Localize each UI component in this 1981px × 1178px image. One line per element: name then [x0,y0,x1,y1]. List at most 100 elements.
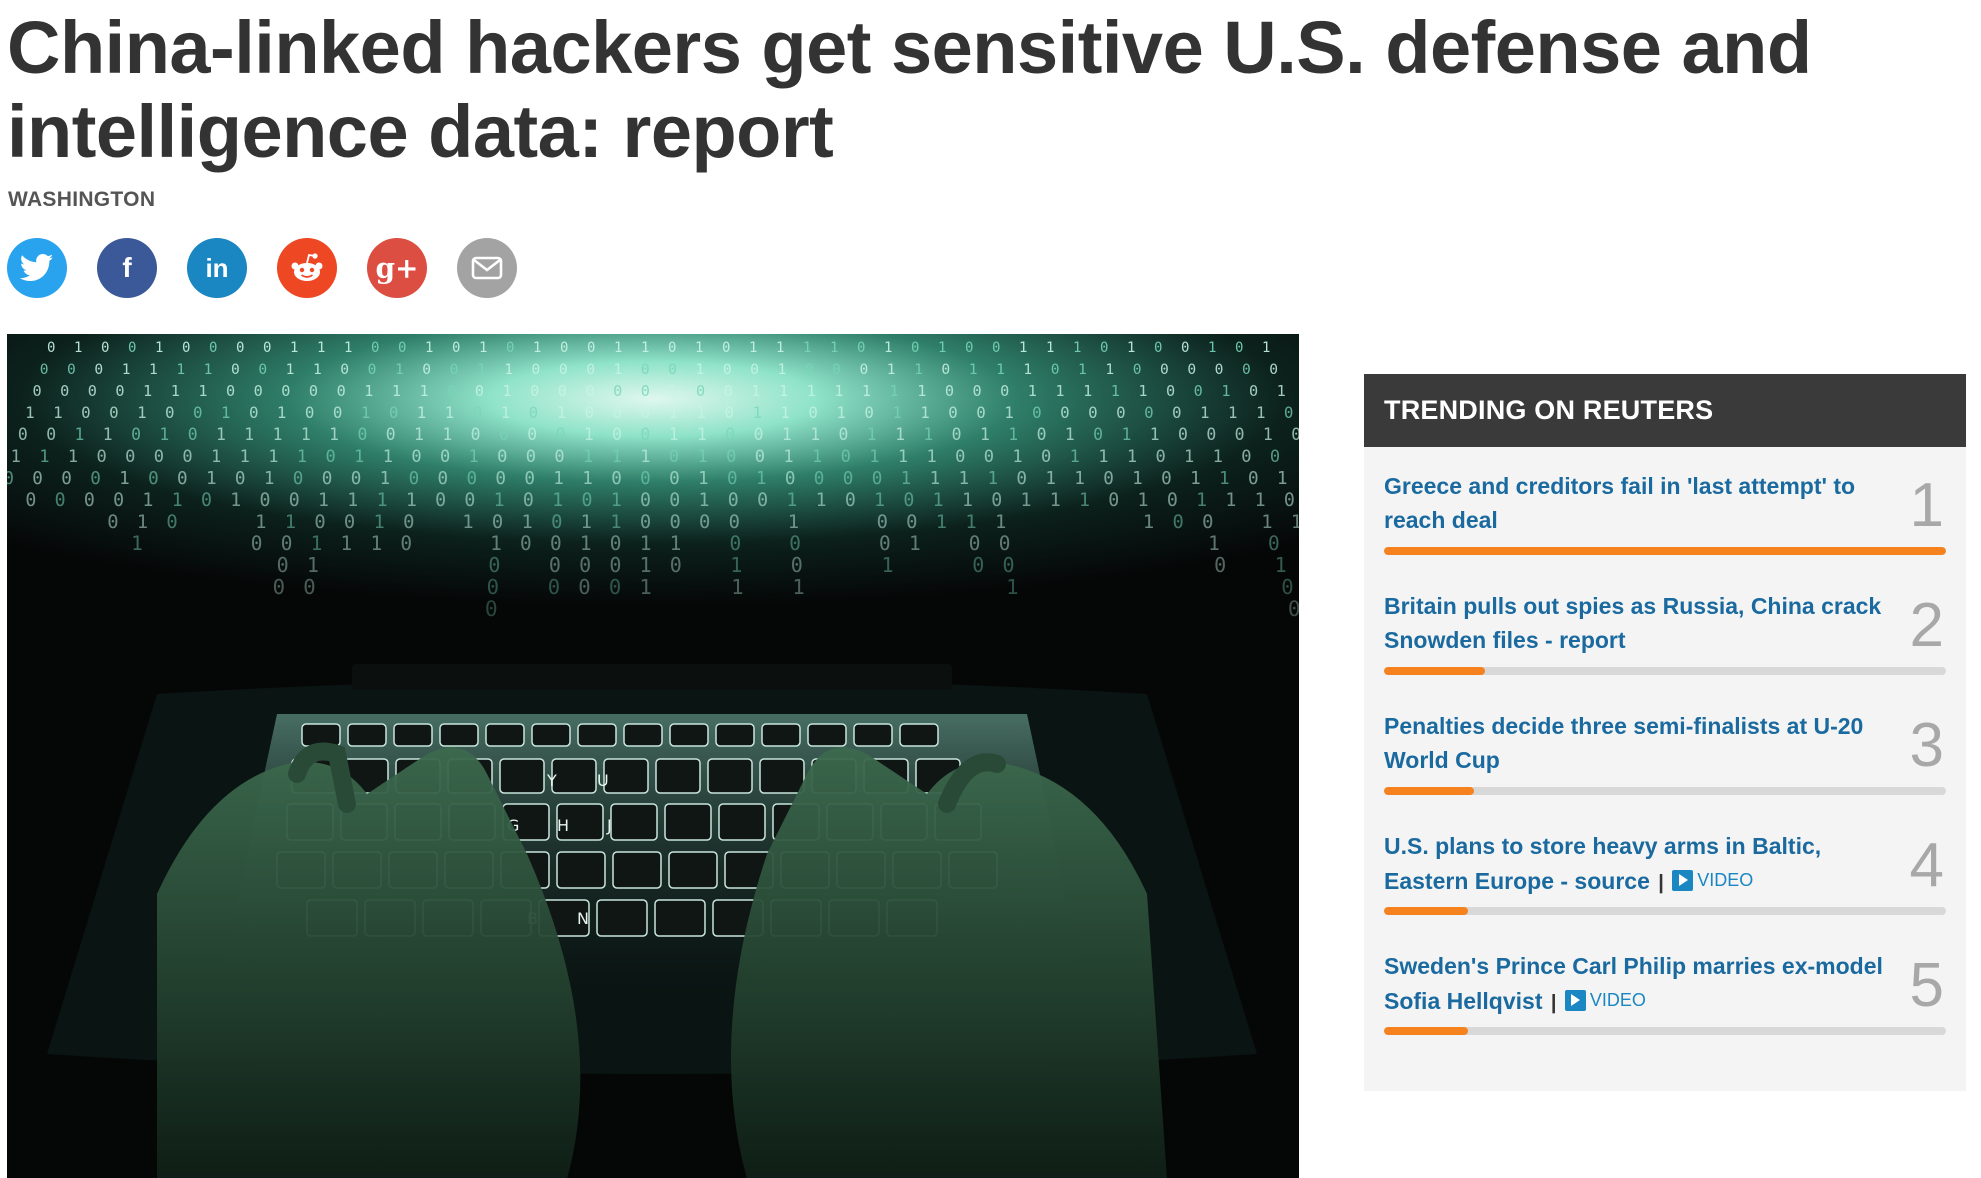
binary-digit: 0 [263,340,271,356]
hero-photo: 0001010110100101000000110001001000111100… [7,334,1299,1178]
binary-digit: 1 [898,447,908,467]
share-reddit-button[interactable] [277,238,337,298]
share-facebook-button[interactable]: f [97,238,157,298]
keycap-label: H [557,816,569,835]
keyboard-key [759,758,805,794]
binary-digit: 1 [290,340,298,356]
binary-digit: 1 [318,490,329,511]
binary-digit: 1 [867,425,877,444]
binary-digit: 1 [697,425,707,444]
binary-digit: 1 [1098,447,1108,467]
binary-digit: 1 [557,403,567,422]
binary-digit: 0 [613,403,623,422]
binary-digit: 0 [641,382,650,400]
binary-digit: 1 [923,425,933,444]
trending-item-title[interactable]: Penalties decide three semi-finalists at… [1384,709,1884,777]
binary-digit: 0 [18,425,28,444]
binary-digit: 0 [556,425,566,444]
binary-digit: 1 [580,532,592,555]
binary-digit: 1 [1023,361,1032,378]
video-link[interactable]: VIDEO [1564,983,1646,1017]
binary-digit: 1 [668,382,677,400]
binary-digit: 1 [920,403,930,422]
binary-digit: 0 [1060,403,1070,422]
binary-digit: 0 [1144,403,1154,422]
binary-digit: 0 [55,490,66,511]
binary-digit: 1 [277,403,287,422]
binary-digit: 1 [53,403,63,422]
binary-digit: 0 [148,469,159,489]
binary-digit: 1 [361,403,371,422]
binary-digit: 0 [523,490,534,511]
share-linkedin-button[interactable]: in [187,238,247,298]
binary-digit: 0 [984,447,994,467]
binary-digit: 1 [374,512,385,533]
binary-digit: 0 [754,425,764,444]
binary-digit: 1 [697,403,707,422]
binary-digit: 0 [188,425,198,444]
binary-digit: 1 [494,490,505,511]
binary-digit: 1 [307,553,319,577]
keyboard-key [718,803,766,841]
trending-item-title[interactable]: Britain pulls out spies as Russia, China… [1384,589,1884,657]
binary-digit: 0 [113,490,124,511]
binary-digit: 0 [1178,425,1188,444]
video-link[interactable]: VIDEO [1672,863,1753,897]
binary-digit: 0 [398,340,406,356]
binary-digit: 0 [1202,512,1213,533]
binary-digit: 1 [933,490,944,511]
trending-item-title[interactable]: U.S. plans to store heavy arms in Baltic… [1384,833,1821,894]
keyboard-key [715,723,755,747]
binary-digit: 1 [583,447,593,467]
binary-digit: 0 [1041,447,1051,467]
share-twitter-button[interactable] [7,238,67,298]
binary-digit: 0 [101,340,109,356]
trending-popularity-fill [1384,1027,1469,1035]
keyboard-key [577,723,617,747]
binary-digit: 1 [965,512,976,533]
binary-digit: 0 [554,447,564,467]
binary-digit: 1 [752,403,762,422]
binary-digit: 0 [945,382,954,400]
binary-digit: 1 [1138,490,1149,511]
binary-digit: 0 [969,532,981,555]
share-google-plus-button[interactable]: g+ [367,238,427,298]
keyboard-key [654,899,706,937]
binary-digit: 0 [530,382,539,400]
binary-digit: 1 [521,512,532,533]
binary-digit: 0 [1242,361,1251,378]
envelope-icon [471,256,503,280]
binary-digit: 0 [722,340,730,356]
binary-digit: 0 [879,532,891,555]
binary-digit: 0 [107,512,118,533]
binary-digit: 1 [777,361,786,378]
binary-digit: 0 [260,490,271,511]
binary-digit: 1 [347,490,358,511]
share-email-button[interactable] [457,238,517,298]
binary-digit: 1 [640,447,650,467]
binary-digit: 1 [264,469,275,489]
binary-digit: 0 [131,425,141,444]
binary-digit: 0 [488,553,500,577]
binary-digit: 1 [131,532,143,555]
binary-digit: 1 [614,340,622,356]
binary-digit: 1 [25,403,35,422]
google-plus-icon: g+ [375,251,419,285]
binary-digit: 0 [1249,382,1258,400]
binary-digit: 0 [560,340,568,356]
binary-digit: 0 [249,403,259,422]
binary-digit: 1 [68,447,78,467]
title-separator: | [1550,992,1557,1014]
trending-header: TRENDING ON REUTERS [1364,374,1966,447]
trending-item-title[interactable]: Greece and creditors fail in 'last attem… [1384,469,1884,537]
binary-digit: 0 [724,403,734,422]
article-page: China-linked hackers get sensitive U.S. … [0,0,1981,1178]
binary-digit: 1 [756,469,767,489]
binary-digit: 1 [803,340,811,356]
binary-digit: 1 [614,361,623,378]
binary-digit: 0 [165,403,175,422]
binary-digit: 0 [389,403,399,422]
binary-digit: 1 [329,425,339,444]
binary-digit: 1 [268,447,278,467]
binary-digit: 0 [447,382,456,400]
